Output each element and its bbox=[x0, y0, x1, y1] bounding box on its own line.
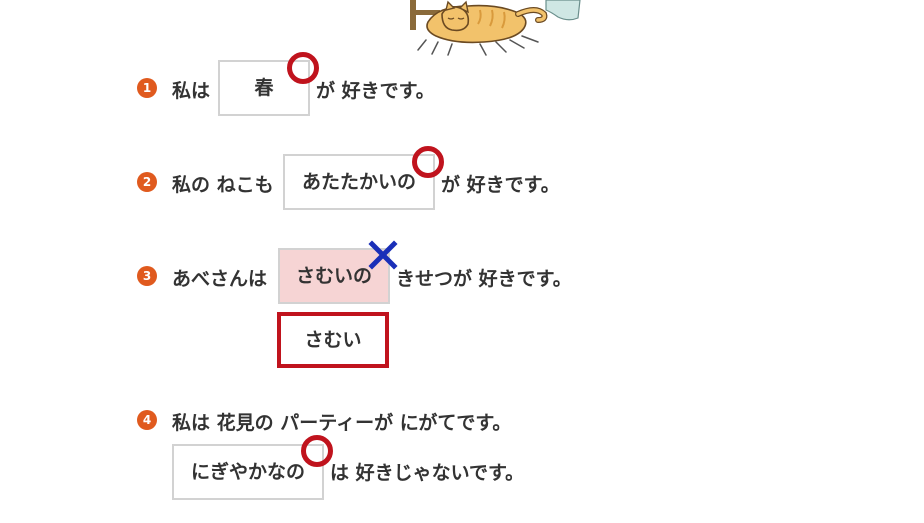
sentence-suffix: は 好きじゃないです。 bbox=[330, 462, 525, 484]
item-number-badge: 4 bbox=[137, 410, 157, 430]
sentence-prefix: 私は bbox=[172, 80, 211, 102]
exercise-item-2: 2 私の ねこも あたたかいの が 好きです。 bbox=[0, 146, 924, 210]
cross-mark-icon bbox=[368, 240, 398, 270]
sentence-prefix: あべさんは bbox=[172, 268, 268, 290]
circle-mark-icon bbox=[412, 146, 444, 178]
exercise-item-3: 3 あべさんは さむいの きせつが 好きです。 bbox=[0, 240, 924, 304]
sentence-suffix: が 好きです。 bbox=[316, 80, 435, 102]
sentence-prefix: 私は 花見の パーティーが にがてです。 bbox=[172, 412, 512, 434]
sleeping-cat-illustration bbox=[410, 0, 581, 56]
exercise-item-4: 4 私は 花見の パーティーが にがてです。 にぎやかなの は 好きじゃないです… bbox=[0, 400, 924, 500]
sentence-suffix: きせつが 好きです。 bbox=[396, 268, 572, 290]
correct-answer-box: さむい bbox=[277, 312, 389, 368]
item-number-badge: 1 bbox=[137, 78, 157, 98]
item-number-badge: 2 bbox=[137, 172, 157, 192]
sentence-suffix: が 好きです。 bbox=[441, 174, 560, 196]
sentence-prefix: 私の ねこも bbox=[172, 174, 274, 196]
circle-mark-icon bbox=[287, 52, 319, 84]
circle-mark-icon bbox=[301, 435, 333, 467]
exercise-item-1: 1 私は 春 が 好きです。 bbox=[0, 52, 924, 116]
item-number-badge: 3 bbox=[137, 266, 157, 286]
